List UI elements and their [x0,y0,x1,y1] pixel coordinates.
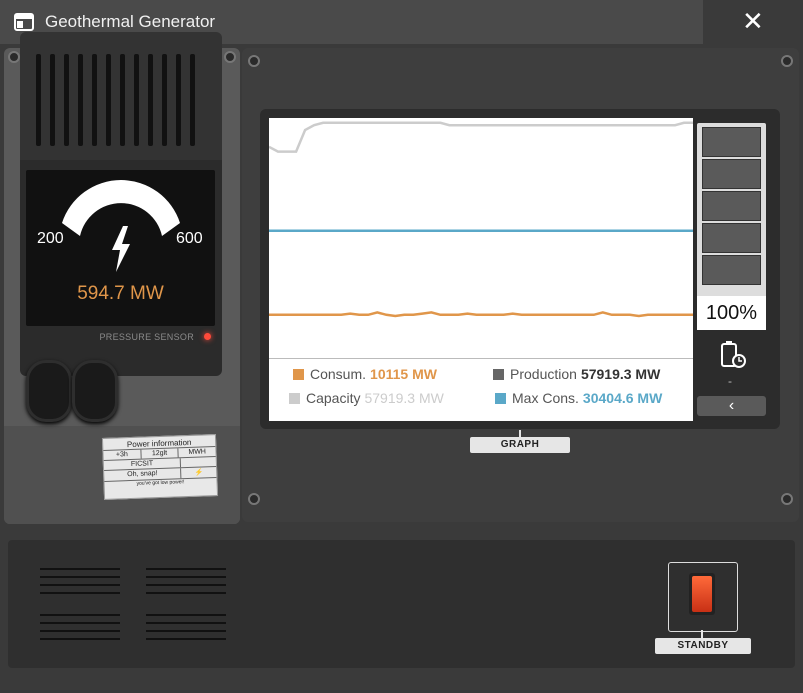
battery-timer-icon [721,341,746,368]
vent-line [146,568,226,570]
knob-right [72,360,118,422]
production-value: 57919.3 MW [580,366,661,382]
screw [224,51,236,63]
vent-line [40,638,120,640]
close-icon[interactable]: ✕ [742,6,764,36]
battery-cell [702,255,761,285]
legend-swatch [495,393,506,404]
max-consumption-value: 30404.6 MW [582,390,663,406]
consumption-value: 10115 MW [370,366,437,382]
screw [8,51,20,63]
screw [248,493,260,505]
collapse-button[interactable]: ‹ [697,396,766,416]
screw [781,55,793,67]
vent-line [146,576,226,578]
gauge-min-label: 200 [37,230,64,247]
close-button[interactable]: ✕ [703,0,803,44]
battery-cell [702,127,761,157]
power-graph-svg [268,121,693,318]
legend-max-consumption: Max Cons. 30404.6 MW [495,390,662,406]
screw [781,493,793,505]
power-card-cell: +3h [103,449,142,460]
power-gauge: 200 600 594.7 MW [26,170,215,326]
vent-line [146,622,226,624]
battery-percent: 100% [697,296,766,330]
legend-swatch [289,393,300,404]
legend-swatch [493,369,504,380]
vent-line [40,622,120,624]
vent-line [40,584,120,586]
vent-line [146,630,226,632]
battery-cell [702,159,761,189]
tag-stem [701,630,703,638]
vent-line [146,592,226,594]
standby-toggle[interactable] [692,576,712,612]
vent-grill [20,32,222,162]
battery-cell [702,191,761,221]
gauge-value: 594.7 MW [77,283,164,304]
legend-capacity: Capacity 57919.3 MW [289,390,444,406]
knob-left [26,360,72,422]
power-card-cell: MWH [188,448,207,456]
power-info-card: Power information +3h 12glt MWH FICSIT O… [101,434,219,500]
window-title: Geothermal Generator [45,12,216,31]
vent-line [146,638,226,640]
standby-label: STANDBY [655,638,751,654]
pressure-led-icon [204,333,211,340]
graph-label: GRAPH [470,437,570,453]
capacity-value: 57919.3 MW [364,390,444,406]
vent-line [146,614,226,616]
vent-line [40,568,120,570]
gauge-max-label: 600 [176,230,203,247]
vent-line [40,614,120,616]
vent-line [146,584,226,586]
legend-swatch [293,369,304,380]
pressure-sensor-label: PRESSURE SENSOR [99,332,194,342]
legend-consumption: Consum. 10115 MW [293,366,437,382]
window-icon [14,13,34,31]
power-graph [268,118,693,358]
power-card-bolt-icon: ⚡ [194,469,204,477]
chevron-left-icon[interactable]: ‹ [729,397,734,414]
series-line-capacity [268,121,693,153]
screw [248,55,260,67]
battery-cell [702,223,761,253]
legend-production: Production 57919.3 MW [493,366,660,382]
vent-line [40,630,120,632]
vent-line [40,576,120,578]
lightning-bolt-icon [112,226,130,272]
power-card-cell: 12glt [141,448,180,459]
series-line-consum [269,311,693,318]
graph-legend: Consum. 10115 MW Production 57919.3 MW Cap… [269,358,693,421]
vent-line [40,592,120,594]
battery-status: - [728,374,732,388]
